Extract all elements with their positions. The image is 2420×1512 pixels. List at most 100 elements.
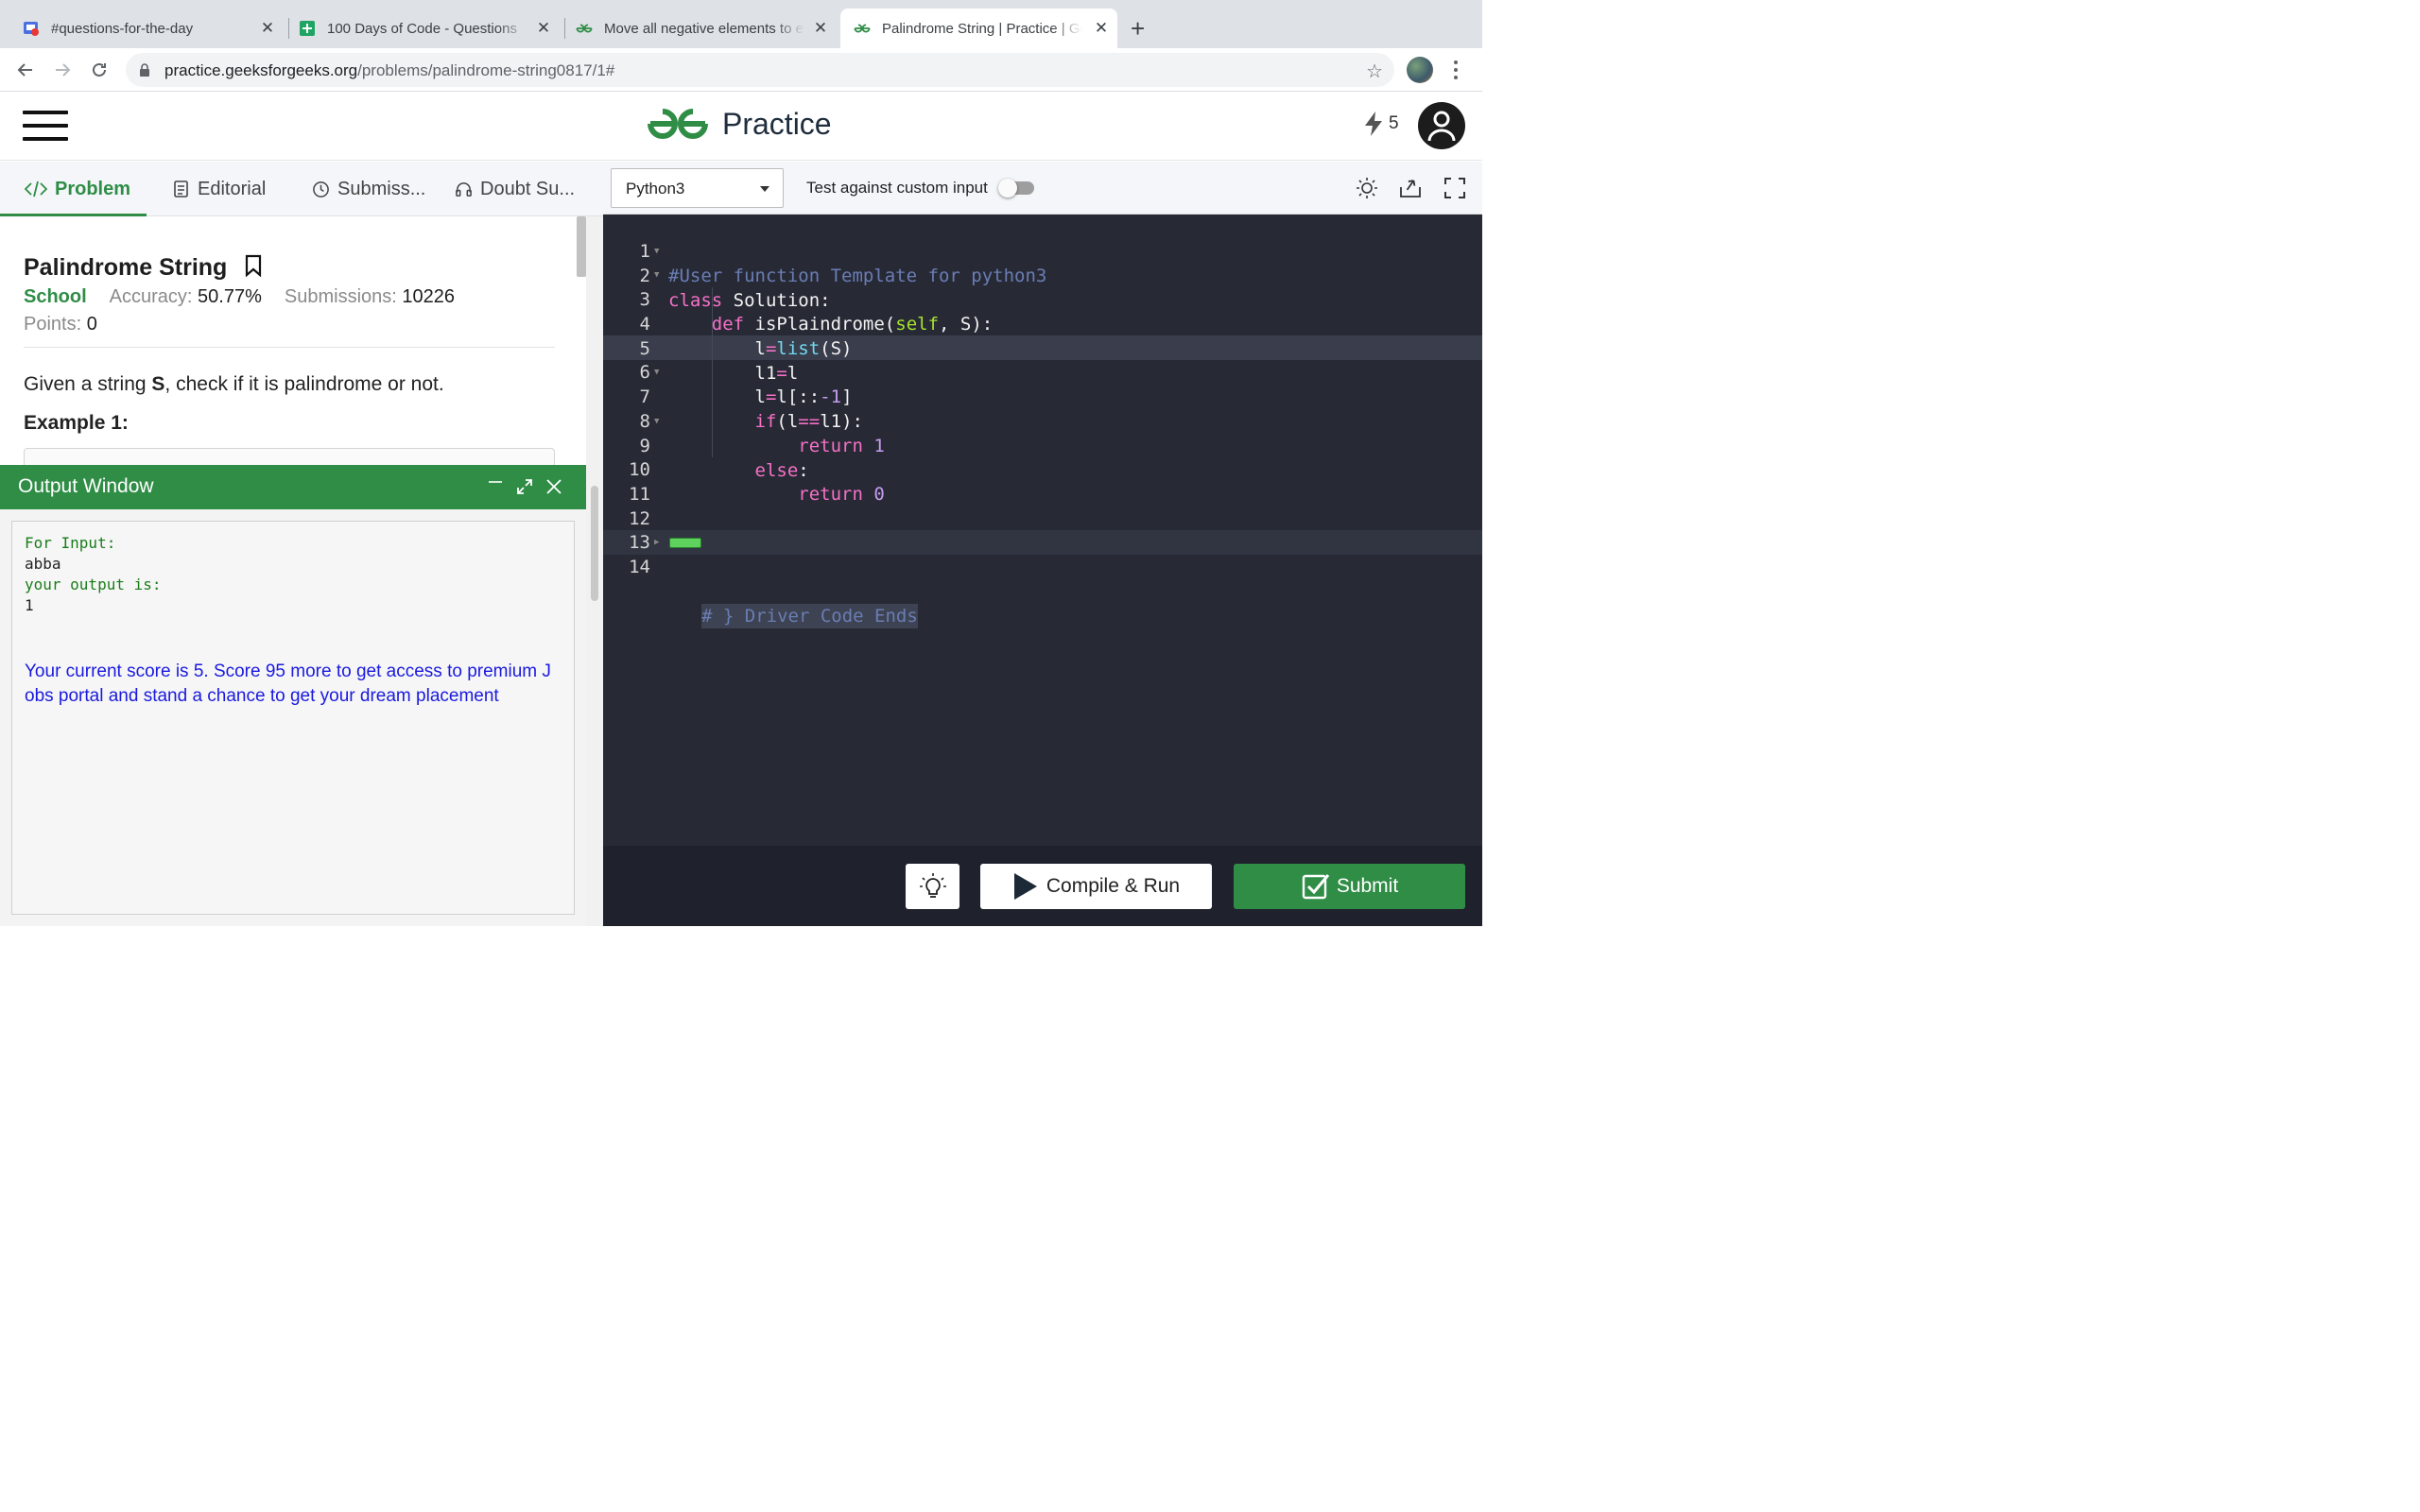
fold-widget[interactable] (669, 538, 701, 548)
tab-submissions[interactable]: Submiss... (312, 176, 425, 202)
browser-profile-avatar[interactable] (1407, 57, 1433, 83)
code-line: 1 #User function Template for python3 (639, 241, 1047, 286)
code-line: 3 ▼ def isPlaindrome(self, S): (603, 263, 1482, 335)
custom-input-toggle[interactable] (998, 179, 1034, 198)
splitter-scrollbar[interactable] (591, 486, 598, 601)
browser-tab-strip: #questions-for-the-day ✕ 100 Days of Cod… (0, 0, 1482, 48)
forward-button[interactable] (49, 57, 76, 83)
fold-arrow-icon: ▶ (654, 538, 660, 547)
chevron-down-icon (760, 186, 769, 192)
code-line: 2 ▼ class Solution: (603, 239, 1482, 311)
tab-editorial[interactable]: Editorial (173, 176, 266, 202)
browser-tab[interactable]: #questions-for-the-day ✕ (23, 9, 284, 48)
custom-input-label: Test against custom input (806, 179, 988, 197)
browser-tab-active[interactable]: Palindrome String | Practice | GeeksforG… (840, 9, 1117, 48)
reload-button[interactable] (86, 57, 112, 83)
submit-label: Submit (1336, 875, 1399, 897)
browser-tab[interactable]: Move all negative elements to end ✕ (576, 9, 837, 48)
panel-scrollbar[interactable] (577, 216, 586, 277)
language-select[interactable]: Python3 (611, 168, 784, 208)
problem-tab-bar: Problem Editorial Submiss... Doubt Su... (0, 162, 603, 216)
code-line: 8 return 1 (639, 411, 885, 456)
output-window: Output Window For Input: abba your outpu… (0, 465, 586, 926)
code-line: 4 l=list(S) (639, 314, 853, 359)
browser-menu-icon[interactable] (1449, 59, 1462, 81)
fold-arrow-icon: ▼ (654, 417, 660, 426)
reset-code-icon[interactable] (1398, 176, 1423, 200)
close-icon[interactable]: ✕ (812, 20, 829, 37)
code-icon (25, 180, 47, 198)
hamburger-menu-icon[interactable] (23, 111, 68, 141)
problem-points: Points: 0 (24, 314, 97, 335)
bookmark-star-icon[interactable]: ☆ (1366, 60, 1383, 83)
lightning-icon (1365, 112, 1382, 136)
bookmark-icon[interactable] (244, 254, 263, 282)
tab-title: Palindrome String | Practice | GeeksforG… (882, 20, 1082, 37)
submissions-value: 10226 (402, 286, 456, 307)
input-value: abba (25, 555, 61, 573)
tab-doubt-support[interactable]: Doubt Su... (455, 176, 575, 202)
editor-toolbar: Python3 Test against custom input (603, 162, 1482, 215)
code-line: 10 return 0 (629, 459, 885, 505)
url-text: practice.geeksforgeeks.org/problems/pali… (164, 61, 615, 79)
fold-arrow-icon: ▼ (654, 247, 660, 256)
chat-app-icon (23, 20, 40, 37)
site-header: Practice 5 (0, 92, 1482, 161)
output-label: your output is: (25, 576, 162, 593)
streak-counter[interactable]: 5 (1363, 111, 1399, 137)
close-icon[interactable]: ✕ (259, 20, 276, 37)
close-icon[interactable]: ✕ (1093, 20, 1110, 37)
expand-icon[interactable] (512, 474, 537, 499)
accuracy-label: Accuracy: (109, 286, 193, 307)
points-label: Points: (24, 314, 82, 335)
lightbulb-icon (919, 873, 946, 898)
streak-count: 5 (1389, 113, 1399, 133)
hint-button[interactable] (906, 864, 959, 909)
brand-logo[interactable]: Practice (647, 105, 832, 143)
score-message: Your current score is 5. Score 95 more t… (25, 662, 551, 706)
input-label: For Input: (25, 534, 116, 552)
arrow-left-icon (17, 63, 32, 77)
example-heading: Example 1: (24, 412, 129, 434)
tab-title: 100 Days of Code - Questions (327, 20, 517, 37)
output-window-header: Output Window (0, 465, 586, 509)
code-line: 13 (629, 532, 650, 553)
close-icon[interactable]: ✕ (535, 20, 552, 37)
problem-title: Palindrome String (24, 254, 228, 281)
tab-title: Move all negative elements to end (604, 20, 804, 37)
code-editor[interactable]: 1 #User function Template for python3 2 ▼… (603, 215, 1482, 846)
submit-button[interactable]: Submit (1234, 864, 1465, 909)
language-value: Python3 (626, 180, 685, 198)
document-icon (174, 180, 188, 198)
problem-statement: Given a string S, check if it is palindr… (24, 373, 444, 395)
sheets-icon (299, 20, 316, 37)
back-button[interactable] (12, 57, 39, 83)
code-line: 14 ▶ # } Driver Code Ends (603, 530, 1482, 628)
divider (24, 347, 555, 348)
theme-sun-icon[interactable] (1355, 176, 1379, 200)
fold-arrow-icon: ▼ (654, 270, 660, 280)
address-bar[interactable]: practice.geeksforgeeks.org/problems/pali… (126, 53, 1394, 87)
gfg-icon (576, 20, 593, 37)
browser-toolbar: practice.geeksforgeeks.org/problems/pali… (0, 48, 1482, 92)
fold-arrow-icon: ▼ (654, 368, 660, 377)
close-icon[interactable] (542, 474, 566, 499)
tab-problem[interactable]: Problem (25, 176, 130, 202)
output-window-title: Output Window (18, 475, 154, 497)
user-avatar-icon[interactable] (1418, 102, 1465, 149)
minimize-icon[interactable] (483, 474, 508, 499)
gfg-icon (854, 20, 871, 37)
submissions-label: Submissions: (284, 286, 397, 307)
difficulty-badge[interactable]: School (24, 286, 87, 307)
reload-icon (93, 62, 106, 77)
points-value: 0 (86, 314, 97, 335)
new-tab-button[interactable]: + (1131, 16, 1145, 41)
play-icon (1013, 873, 1037, 900)
problem-panel: Palindrome String School Accuracy: 50.77%… (0, 216, 586, 466)
fullscreen-icon[interactable] (1443, 176, 1467, 200)
compile-run-button[interactable]: Compile & Run (980, 864, 1212, 909)
brand-text: Practice (722, 106, 832, 141)
tab-title: #questions-for-the-day (51, 20, 194, 37)
browser-tab[interactable]: 100 Days of Code - Questions ✕ (299, 9, 560, 48)
code-line: 12 (629, 508, 650, 529)
